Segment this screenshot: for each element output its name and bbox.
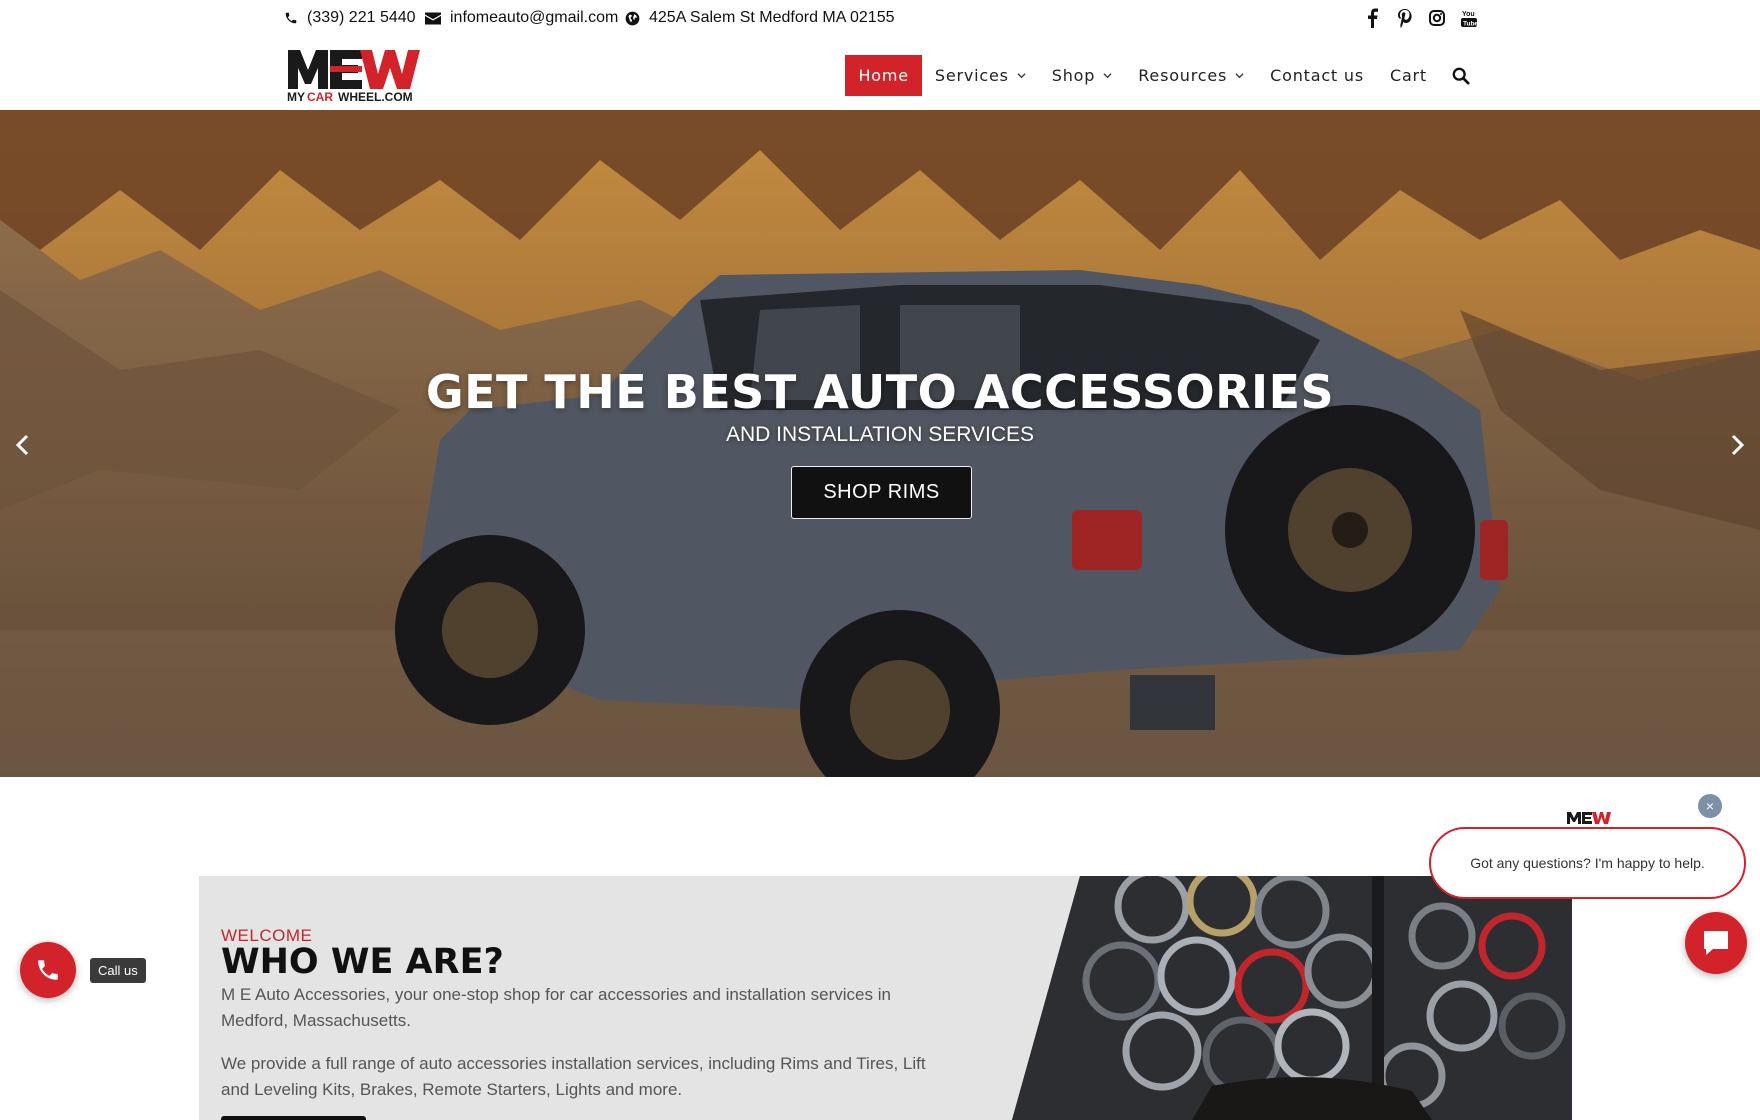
globe-icon bbox=[625, 11, 640, 25]
site-logo[interactable]: MY CAR WHEEL.COM bbox=[286, 46, 436, 104]
chevron-down-icon bbox=[1017, 73, 1026, 79]
email-contact[interactable]: infomeauto@gmail.com bbox=[425, 9, 618, 27]
chevron-down-icon bbox=[1235, 73, 1244, 79]
about-cta-button[interactable] bbox=[221, 1116, 366, 1120]
nav-home[interactable]: Home bbox=[845, 55, 922, 96]
phone-icon bbox=[285, 12, 297, 24]
nav-shop[interactable]: Shop bbox=[1039, 55, 1125, 96]
chat-icon bbox=[1704, 931, 1728, 955]
svg-text:Tube: Tube bbox=[1463, 21, 1478, 28]
nav-contact[interactable]: Contact us bbox=[1257, 55, 1377, 96]
chat-logo bbox=[1566, 810, 1612, 828]
about-paragraph-2: We provide a full range of auto accessor… bbox=[221, 1054, 926, 1099]
nav-cart[interactable]: Cart bbox=[1377, 55, 1440, 96]
about-section: WELCOME WHO WE ARE? M E Auto Accessories… bbox=[199, 876, 1572, 1120]
chevron-right-icon bbox=[1731, 434, 1745, 456]
youtube-icon[interactable]: You Tube bbox=[1460, 8, 1478, 28]
chat-greeting-bubble[interactable]: Got any questions? I'm happy to help. bbox=[1429, 827, 1746, 899]
svg-text:You: You bbox=[1462, 11, 1475, 18]
chevron-left-icon bbox=[15, 434, 29, 456]
chat-close-button[interactable]: × bbox=[1698, 794, 1722, 818]
envelope-icon bbox=[425, 12, 441, 24]
svg-text:MY: MY bbox=[287, 90, 305, 104]
search-button[interactable] bbox=[1440, 55, 1470, 96]
phone-contact[interactable]: (339) 221 5440 bbox=[284, 9, 416, 27]
nav-resources[interactable]: Resources bbox=[1125, 55, 1257, 96]
pinterest-icon[interactable] bbox=[1396, 8, 1414, 28]
chat-launcher-button[interactable] bbox=[1685, 912, 1747, 974]
chevron-down-icon bbox=[1103, 73, 1112, 79]
about-paragraph-1: M E Auto Accessories, your one-stop shop… bbox=[221, 985, 891, 1030]
nav-services-label: Services bbox=[934, 66, 1009, 85]
slider-next-arrow[interactable] bbox=[1722, 430, 1752, 460]
nav-home-label: Home bbox=[858, 66, 909, 85]
hero-subtitle: AND INSTALLATION SERVICES bbox=[725, 423, 1035, 446]
svg-text:WHEEL.COM: WHEEL.COM bbox=[338, 90, 413, 104]
nav-contact-label: Contact us bbox=[1270, 66, 1364, 85]
nav-cart-label: Cart bbox=[1389, 66, 1427, 85]
about-heading: WHO WE ARE? bbox=[221, 942, 504, 982]
call-us-label[interactable]: Call us bbox=[90, 958, 146, 983]
top-contact-bar: (339) 221 5440 infomeauto@gmail.com 425A… bbox=[0, 0, 1760, 40]
nav-services[interactable]: Services bbox=[922, 55, 1039, 96]
hero-title: GET THE BEST AUTO ACCESSORIES bbox=[425, 365, 1335, 419]
main-nav: Home Services Shop Resources Contact us … bbox=[845, 55, 1470, 96]
nav-shop-label: Shop bbox=[1051, 66, 1096, 85]
slider-prev-arrow[interactable] bbox=[8, 430, 38, 460]
facebook-icon[interactable] bbox=[1364, 8, 1382, 28]
nav-resources-label: Resources bbox=[1138, 66, 1228, 85]
instagram-icon[interactable] bbox=[1428, 8, 1446, 28]
address-contact[interactable]: 425A Salem St Medford MA 02155 bbox=[625, 9, 894, 27]
phone-icon bbox=[38, 960, 58, 980]
phone-number: (339) 221 5440 bbox=[307, 9, 416, 26]
social-links: You Tube bbox=[1364, 8, 1478, 28]
call-us-button[interactable] bbox=[20, 942, 76, 998]
shop-rims-button[interactable]: SHOP RIMS bbox=[791, 466, 972, 519]
chat-greeting-text: Got any questions? I'm happy to help. bbox=[1470, 855, 1705, 871]
email-address: infomeauto@gmail.com bbox=[450, 9, 619, 26]
address-text: 425A Salem St Medford MA 02155 bbox=[649, 9, 895, 26]
hero-slider: GET THE BEST AUTO ACCESSORIES AND INSTAL… bbox=[0, 110, 1760, 777]
wheels-showroom-image bbox=[1012, 876, 1572, 1120]
search-icon bbox=[1452, 67, 1470, 85]
svg-text:CAR: CAR bbox=[307, 90, 333, 104]
